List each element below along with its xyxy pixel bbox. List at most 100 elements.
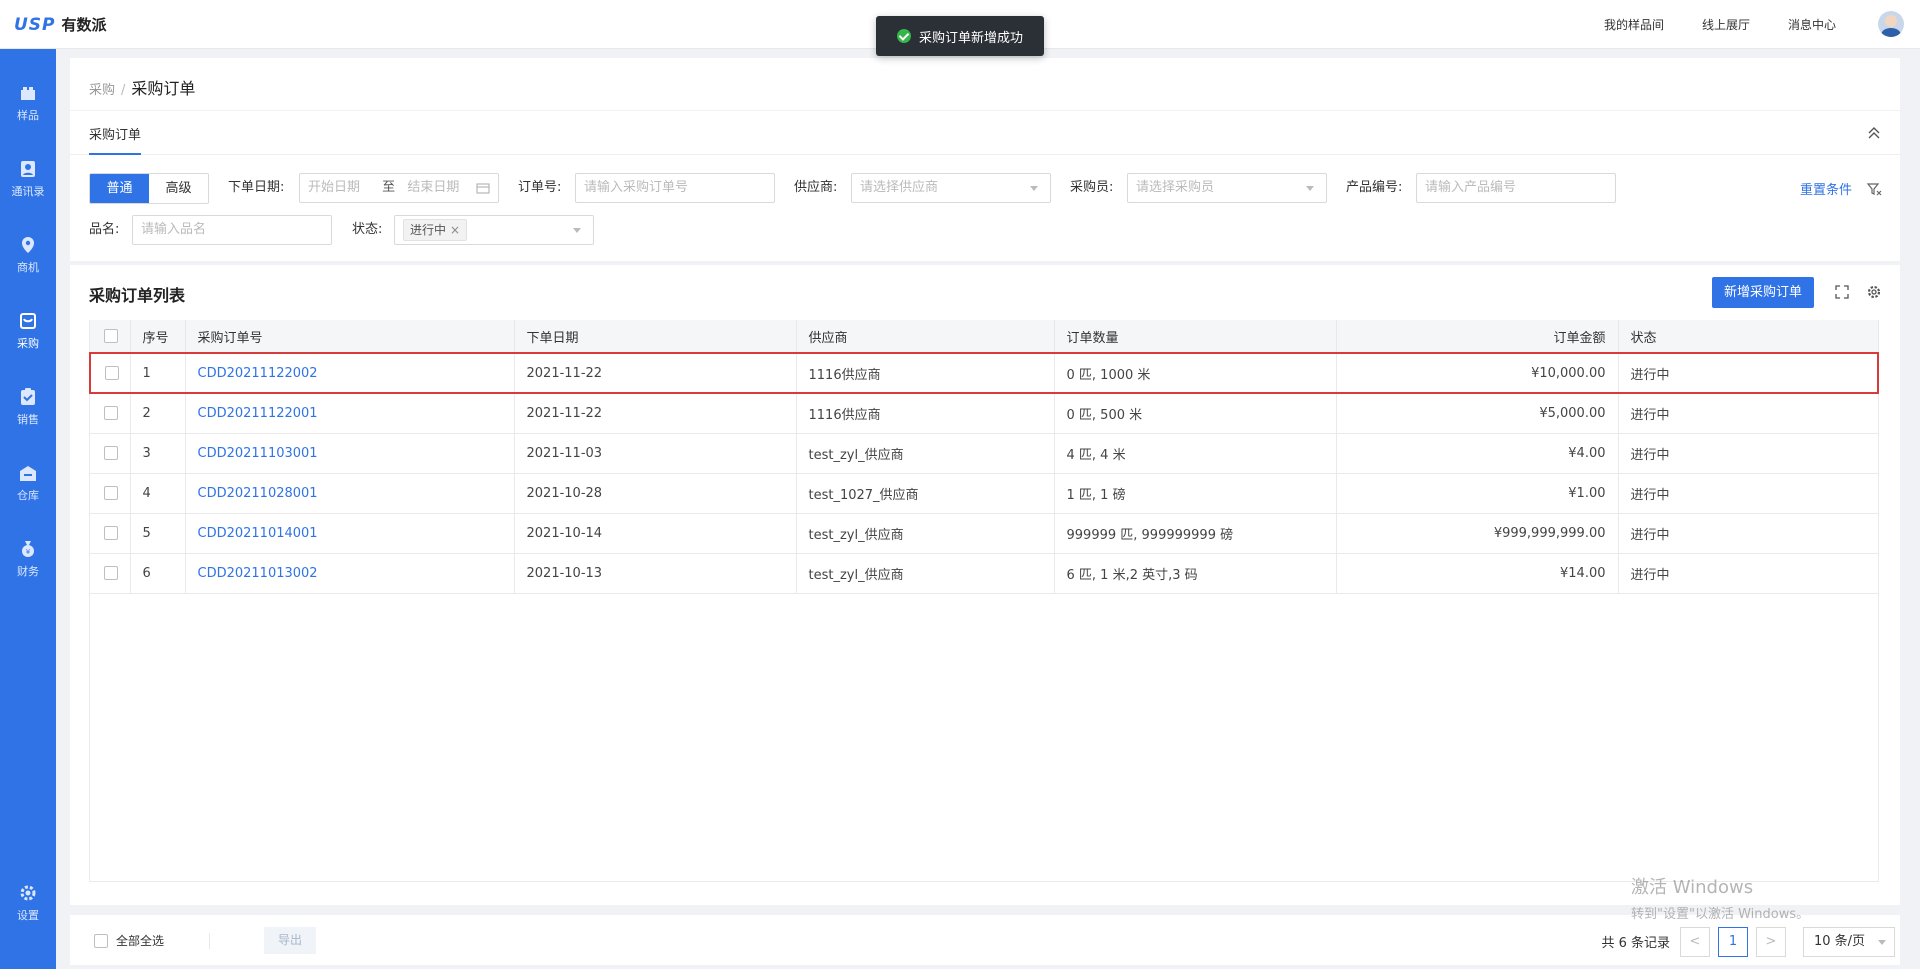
cell-quantity: 0 匹, 1000 米 (1054, 352, 1337, 394)
cell-seq: 2 (130, 393, 186, 434)
sidebar-item-purchase[interactable]: 采购 (0, 299, 56, 359)
table-row[interactable]: 3 CDD20211103001 2021-11-03 test_zyl_供应商… (90, 433, 1879, 474)
cart-icon (18, 311, 38, 331)
sidebar-item-warehouse[interactable]: 仓库 (0, 451, 56, 511)
sidebar-item-finance[interactable]: ¥ 财务 (0, 527, 56, 587)
name-input[interactable]: 请输入品名 (132, 215, 332, 245)
table-row[interactable]: 1 CDD20211122002 2021-11-22 1116供应商 0 匹,… (89, 352, 1879, 394)
cell-seq: 6 (130, 553, 186, 594)
checkbox[interactable] (104, 446, 118, 460)
table-header-row: 序号 采购订单号 下单日期 供应商 订单数量 订单金额 状态 (90, 320, 1879, 353)
close-icon[interactable]: × (450, 223, 460, 237)
row-select-cell[interactable] (89, 352, 131, 394)
cell-quantity: 6 匹, 1 米,2 英寸,3 码 (1054, 553, 1337, 594)
checkbox[interactable] (104, 406, 118, 421)
breadcrumb-parent[interactable]: 采购 (89, 83, 115, 98)
mode-advanced-button[interactable]: 高级 (149, 174, 208, 203)
order-no-input[interactable]: 请输入采购订单号 (575, 173, 775, 203)
app-logo[interactable]: USP 有数派 (14, 14, 107, 35)
list-title: 采购订单列表 (89, 286, 186, 305)
row-select-cell[interactable] (90, 473, 131, 514)
reset-filters-link[interactable]: 重置条件 (1800, 179, 1852, 198)
cell-amount: ¥10,000.00 (1336, 352, 1619, 394)
gear-icon (18, 883, 38, 903)
cell-order-no[interactable]: CDD20211013002 (185, 553, 515, 594)
checkbox[interactable] (104, 566, 118, 580)
column-supplier: 供应商 (796, 320, 1055, 353)
settings-gear-icon[interactable] (1866, 284, 1882, 300)
cell-order-no[interactable]: CDD20211122001 (185, 393, 515, 434)
cell-order-no[interactable]: CDD20211014001 (185, 513, 515, 554)
product-no-input[interactable]: 请输入产品编号 (1416, 173, 1616, 203)
link-message-center[interactable]: 消息中心 (1788, 16, 1836, 33)
row-select-cell[interactable] (90, 433, 131, 474)
sidebar-item-contacts[interactable]: 通讯录 (0, 147, 56, 207)
page-1-button[interactable]: 1 (1718, 927, 1748, 957)
table-row[interactable]: 5 CDD20211014001 2021-10-14 test_zyl_供应商… (90, 513, 1879, 554)
cell-date: 2021-11-03 (514, 433, 797, 474)
cell-supplier: test_zyl_供应商 (796, 553, 1055, 594)
date-end-input[interactable]: 结束日期 (407, 180, 459, 195)
page-size-select[interactable]: 10 条/页 (1803, 927, 1895, 957)
chevron-down-icon (1878, 940, 1886, 945)
checkbox[interactable] (104, 329, 118, 343)
svg-text:¥: ¥ (26, 548, 31, 556)
checkbox[interactable] (104, 526, 118, 540)
header-select-all[interactable] (90, 320, 131, 353)
total-records: 共 6 条记录 (1601, 936, 1670, 951)
link-my-sample-room[interactable]: 我的样品间 (1604, 16, 1664, 33)
cell-supplier: test_zyl_供应商 (796, 433, 1055, 474)
sidebar-item-samples[interactable]: 样品 (0, 71, 56, 131)
filter-clear-icon[interactable] (1866, 181, 1882, 197)
cell-quantity: 999999 匹, 999999999 磅 (1054, 513, 1337, 554)
cell-order-no[interactable]: CDD20211028001 (185, 473, 515, 514)
mode-normal-button[interactable]: 普通 (90, 174, 149, 203)
sidebar-item-settings[interactable]: 设置 (0, 871, 56, 931)
clipboard-icon (18, 387, 38, 407)
cell-status: 进行中 (1618, 553, 1879, 594)
row-select-cell[interactable] (90, 513, 131, 554)
buyer-placeholder: 请选择采购员 (1136, 180, 1215, 195)
select-all-control[interactable]: 全部全选 (94, 932, 164, 949)
row-select-cell[interactable] (90, 553, 131, 594)
link-online-showroom[interactable]: 线上展厅 (1702, 16, 1750, 33)
checkbox[interactable] (105, 366, 119, 380)
success-toast: 采购订单新增成功 (876, 16, 1044, 56)
fullscreen-icon[interactable] (1834, 284, 1850, 300)
cell-status: 进行中 (1618, 352, 1879, 394)
prev-page-button[interactable]: < (1680, 927, 1710, 957)
windows-activation-watermark: 激活 Windows 转到"设置"以激活 Windows。 (1631, 873, 1809, 922)
tab-purchase-order[interactable]: 采购订单 (89, 124, 142, 155)
buyer-select[interactable]: 请选择采购员 (1127, 173, 1327, 203)
sidebar-item-label: 商机 (17, 261, 39, 274)
cell-quantity: 1 匹, 1 磅 (1054, 473, 1337, 514)
date-range-picker[interactable]: 开始日期 至 结束日期 (299, 173, 499, 203)
status-select[interactable]: 进行中 × (394, 215, 594, 245)
row-select-cell[interactable] (90, 393, 131, 434)
toast-message: 采购订单新增成功 (918, 30, 1023, 46)
checkbox[interactable] (104, 486, 118, 500)
column-date: 下单日期 (514, 320, 797, 353)
table-row[interactable]: 4 CDD20211028001 2021-10-28 test_1027_供应… (90, 473, 1879, 514)
cell-date: 2021-11-22 (514, 393, 797, 434)
add-purchase-order-button[interactable]: 新增采购订单 (1712, 277, 1814, 308)
sidebar-item-sales[interactable]: 销售 (0, 375, 56, 435)
date-start-input[interactable]: 开始日期 (308, 180, 360, 195)
cell-order-no[interactable]: CDD20211103001 (185, 433, 515, 474)
calendar-icon (476, 183, 490, 194)
supplier-select[interactable]: 请选择供应商 (851, 173, 1051, 203)
collapse-up-icon[interactable] (1866, 125, 1882, 141)
cell-order-no[interactable]: CDD20211122002 (185, 352, 515, 394)
logo-text: 有数派 (61, 16, 107, 34)
export-button[interactable]: 导出 (264, 927, 316, 954)
user-avatar[interactable] (1878, 11, 1904, 37)
cell-amount: ¥999,999,999.00 (1336, 513, 1619, 554)
checkbox[interactable] (94, 933, 108, 948)
next-page-button[interactable]: > (1756, 927, 1786, 957)
table-row[interactable]: 6 CDD20211013002 2021-10-13 test_zyl_供应商… (90, 553, 1879, 594)
table-row[interactable]: 2 CDD20211122001 2021-11-22 1116供应商 0 匹,… (90, 393, 1879, 434)
warehouse-icon (18, 463, 38, 483)
breadcrumb: 采购 / 采购订单 (89, 75, 195, 99)
sidebar-item-opportunities[interactable]: 商机 (0, 223, 56, 283)
sidebar-item-label: 财务 (17, 565, 39, 578)
